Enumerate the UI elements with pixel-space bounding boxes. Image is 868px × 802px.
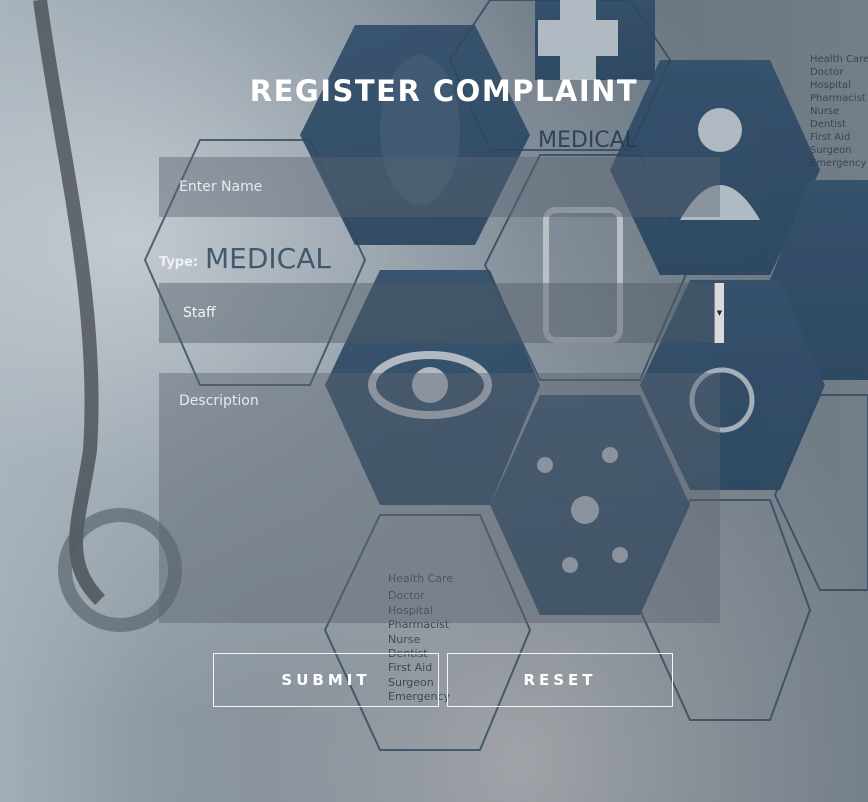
submit-button[interactable]: SUBMIT <box>213 653 439 707</box>
page-title: REGISTER COMPLAINT <box>249 74 639 108</box>
name-input[interactable] <box>159 157 720 217</box>
type-select[interactable]: Staff ▼ <box>159 283 724 343</box>
chevron-down-icon[interactable]: ▼ <box>714 283 724 343</box>
type-label: Type: <box>159 255 199 270</box>
reset-button[interactable]: RESET <box>447 653 673 707</box>
type-select-value: Staff <box>183 305 216 321</box>
description-field[interactable] <box>159 373 720 623</box>
